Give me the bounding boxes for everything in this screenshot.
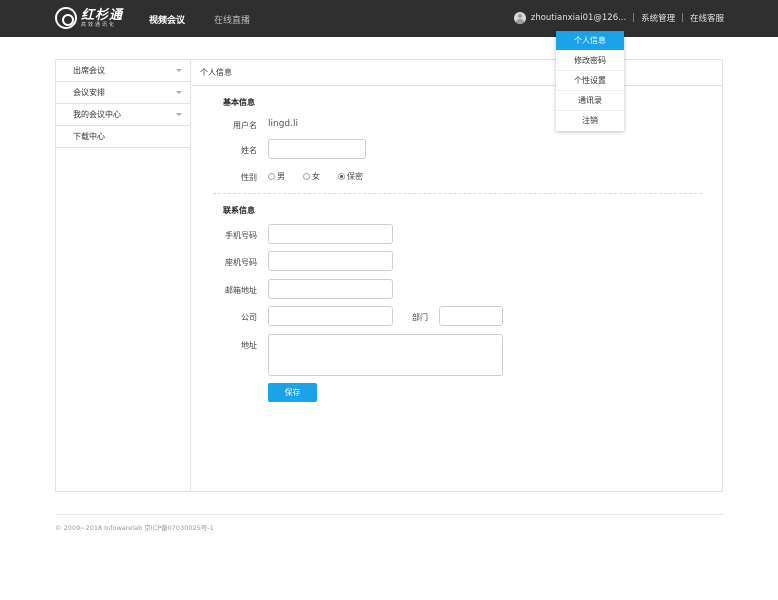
brand-logo[interactable]: 红杉通 高效通讯化 bbox=[55, 7, 123, 29]
panel-title: 个人信息 bbox=[192, 60, 722, 86]
department-input[interactable] bbox=[439, 306, 503, 326]
gender-option-label: 男 bbox=[277, 172, 285, 181]
user-email[interactable]: zhoutianxiai01@126... bbox=[531, 13, 626, 23]
menu-item-profile[interactable]: 个人信息 bbox=[556, 31, 624, 51]
logo-icon bbox=[55, 7, 77, 29]
nav-video-meeting[interactable]: 视频会议 bbox=[149, 13, 185, 26]
username-label: 用户名 bbox=[233, 121, 257, 130]
top-navigation-bar: 红杉通 高效通讯化 视频会议 在线直播 zhoutianxiai01@126..… bbox=[0, 0, 778, 37]
phone-label: 座机号码 bbox=[225, 258, 257, 267]
address-label: 地址 bbox=[241, 341, 257, 350]
brand-tagline: 高效通讯化 bbox=[81, 21, 117, 28]
gender-option-label: 女 bbox=[312, 172, 320, 181]
email-input[interactable] bbox=[268, 279, 393, 299]
name-input[interactable] bbox=[268, 139, 366, 159]
sidebar-item-label: 出席会议 bbox=[73, 66, 105, 75]
system-management-link[interactable]: 系统管理 bbox=[641, 12, 675, 24]
footer-copyright: © 2009~2018 Infowarelab 京ICP备07030025号-1 bbox=[55, 524, 214, 532]
sidebar-item-label: 我的会议中心 bbox=[73, 110, 121, 119]
email-label: 邮箱地址 bbox=[225, 286, 257, 295]
address-textarea[interactable] bbox=[268, 334, 503, 376]
sidebar-item-schedule-meeting[interactable]: 会议安排 bbox=[56, 82, 190, 104]
radio-button[interactable] bbox=[338, 173, 345, 180]
company-label: 公司 bbox=[241, 313, 257, 322]
footer-divider bbox=[55, 514, 723, 515]
nav-live-stream[interactable]: 在线直播 bbox=[214, 13, 250, 26]
gender-option-male[interactable]: 男 bbox=[268, 171, 285, 182]
sidebar-item-label: 会议安排 bbox=[73, 88, 105, 97]
user-area: zhoutianxiai01@126... | 系统管理 | 在线客服 bbox=[513, 12, 724, 24]
name-label: 姓名 bbox=[241, 146, 257, 155]
radio-button[interactable] bbox=[303, 173, 310, 180]
gender-radio-group: 男 女 保密 bbox=[268, 171, 381, 182]
department-label: 部门 bbox=[412, 313, 428, 322]
menu-item-change-password[interactable]: 修改密码 bbox=[556, 51, 624, 71]
sidebar-item-attend-meeting[interactable]: 出席会议 bbox=[56, 60, 190, 82]
basic-info-title: 基本信息 bbox=[223, 98, 255, 107]
mobile-label: 手机号码 bbox=[225, 231, 257, 240]
contact-info-title: 联系信息 bbox=[223, 206, 255, 215]
sidebar-item-label: 下载中心 bbox=[73, 132, 105, 141]
chevron-down-icon bbox=[176, 91, 182, 94]
save-button[interactable]: 保存 bbox=[268, 383, 317, 402]
menu-item-contacts[interactable]: 通讯录 bbox=[556, 91, 624, 111]
gender-label: 性别 bbox=[241, 173, 257, 182]
profile-panel: 个人信息 基本信息 用户名 lingd.li 姓名 性别 男 女 保密 联系信息… bbox=[192, 60, 722, 491]
chevron-down-icon bbox=[176, 69, 182, 72]
sidebar: 出席会议 会议安排 我的会议中心 下载中心 bbox=[56, 60, 191, 491]
gender-option-female[interactable]: 女 bbox=[303, 171, 320, 182]
gender-option-label: 保密 bbox=[347, 172, 363, 181]
mobile-input[interactable] bbox=[268, 224, 393, 244]
radio-button[interactable] bbox=[268, 173, 275, 180]
section-divider bbox=[213, 193, 702, 194]
menu-item-logout[interactable]: 注销 bbox=[556, 111, 624, 131]
sidebar-item-my-meetings[interactable]: 我的会议中心 bbox=[56, 104, 190, 126]
phone-input[interactable] bbox=[268, 251, 393, 271]
avatar-icon[interactable] bbox=[513, 12, 526, 24]
username-value: lingd.li bbox=[268, 119, 298, 129]
separator: | bbox=[632, 13, 636, 23]
sidebar-item-download-center[interactable]: 下载中心 bbox=[56, 126, 190, 148]
brand-name: 红杉通 bbox=[81, 7, 124, 23]
user-dropdown-menu: 个人信息 修改密码 个性设置 通讯录 注销 bbox=[556, 31, 624, 131]
gender-option-private[interactable]: 保密 bbox=[338, 171, 363, 182]
menu-item-preferences[interactable]: 个性设置 bbox=[556, 71, 624, 91]
chevron-down-icon bbox=[176, 113, 182, 116]
separator: | bbox=[681, 13, 684, 23]
online-service-link[interactable]: 在线客服 bbox=[690, 12, 724, 24]
